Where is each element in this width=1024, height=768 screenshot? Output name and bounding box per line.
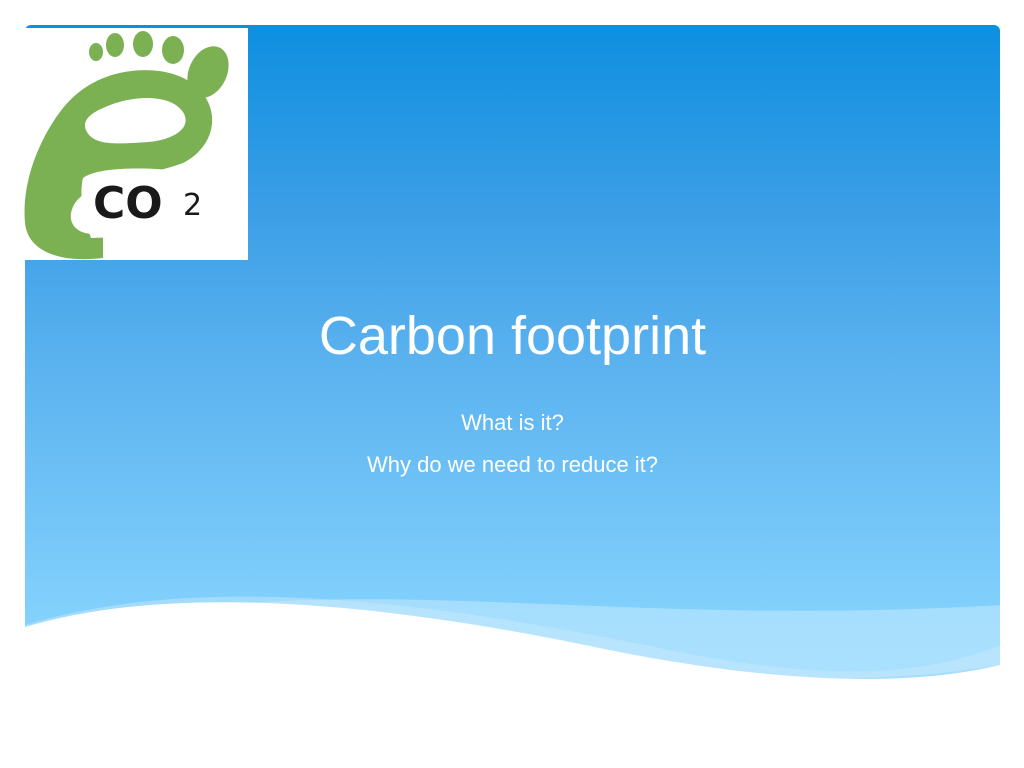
slide-subtitle: What is it? Why do we need to reduce it? [25,402,1000,486]
subtitle-line-2: Why do we need to reduce it? [366,452,659,477]
presentation-page: CO 2 Carbon footprint What is it? Why do… [0,0,1024,768]
co2-subscript: 2 [183,188,202,223]
slide-title: Carbon footprint [318,306,707,366]
footprint-icon: CO 2 [24,31,233,260]
co2-text: CO [93,178,163,229]
subtitle-line-1: What is it? [461,410,564,435]
co2-footprint-logo: CO 2 [23,28,248,260]
